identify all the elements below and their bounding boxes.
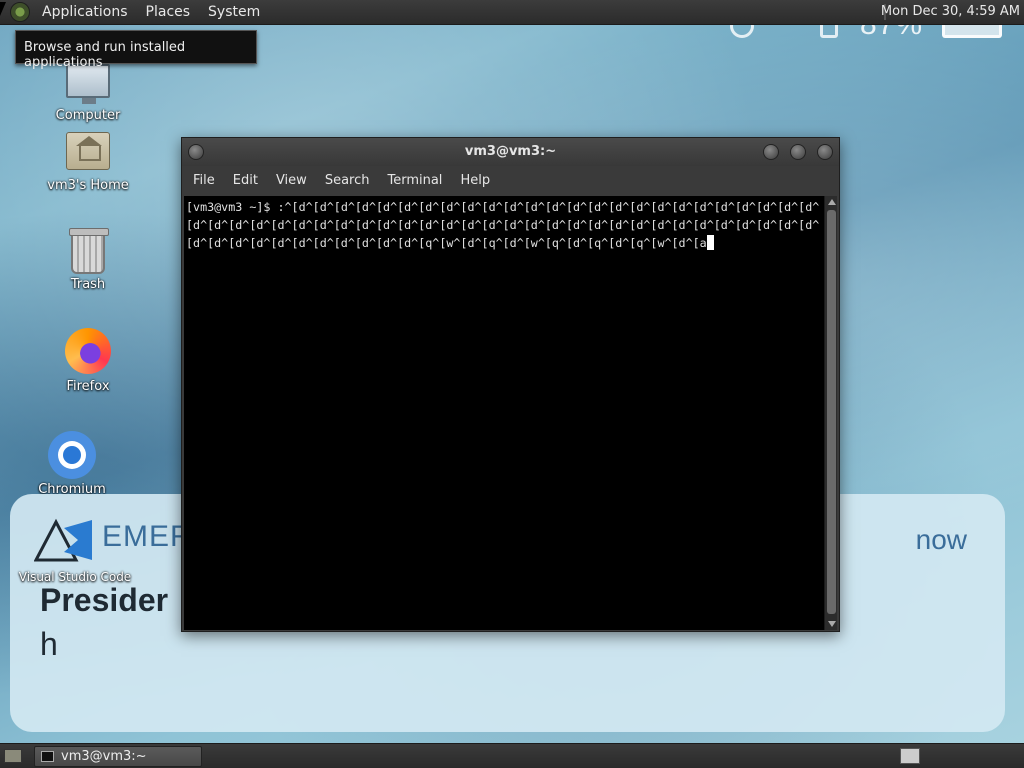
terminal-icon <box>41 751 54 762</box>
notification-time: now <box>915 524 967 555</box>
window-menu-icon[interactable] <box>188 144 204 160</box>
taskbar-item-label: vm3@vm3:~ <box>61 749 147 764</box>
notification-body: h <box>40 626 58 662</box>
scrollbar-thumb[interactable] <box>827 210 836 614</box>
close-icon[interactable] <box>817 144 833 160</box>
menu-terminal[interactable]: Terminal <box>378 173 451 188</box>
terminal-menubar: File Edit View Search Terminal Help <box>182 166 839 194</box>
terminal-output[interactable]: [vm3@vm3 ~]$ :^[d^[d^[d^[d^[d^[d^[d^[d^[… <box>184 196 826 630</box>
menu-view[interactable]: View <box>267 173 316 188</box>
desktop-icon-trash[interactable]: Trash <box>38 228 138 292</box>
notification-brand: EMER <box>102 520 193 553</box>
terminal-input-line: :^[d^[d^[d^[d^[d^[d^[d^[d^[d^[d^[d^[d^[d… <box>186 200 820 250</box>
desktop-icon-label: vm3's Home <box>47 178 129 193</box>
desktop-icon-label: Firefox <box>66 379 110 394</box>
chromium-icon <box>48 431 96 479</box>
desktop-icon-firefox[interactable]: Firefox <box>38 328 138 394</box>
menu-places[interactable]: Places <box>140 4 197 20</box>
terminal-scrollbar[interactable] <box>824 196 837 630</box>
notification-title: Presider <box>40 582 169 618</box>
desktop-icon-label[interactable]: Visual Studio Code <box>16 570 134 584</box>
maximize-icon[interactable] <box>790 144 806 160</box>
scroll-down-icon[interactable] <box>828 621 836 627</box>
menu-system[interactable]: System <box>202 4 266 20</box>
taskbar-item-terminal[interactable]: vm3@vm3:~ <box>34 746 202 767</box>
home-folder-icon <box>66 132 110 170</box>
panel-clock[interactable]: Mon Dec 30, 4:59 AM <box>881 4 1020 19</box>
desktop-icon-chromium[interactable]: Chromium <box>22 431 122 497</box>
mouse-pointer-icon <box>0 2 6 16</box>
top-panel: Applications Places System Mon Dec 30, 4… <box>0 0 1024 25</box>
scroll-up-icon[interactable] <box>828 199 836 205</box>
menu-help[interactable]: Help <box>451 173 499 188</box>
menu-file[interactable]: File <box>184 173 224 188</box>
distro-logo-icon[interactable] <box>10 2 30 22</box>
applications-tooltip: Browse and run installed applications <box>15 30 257 70</box>
desktop-icon-computer[interactable]: Computer <box>38 64 138 123</box>
window-title: vm3@vm3:~ <box>464 144 557 159</box>
desktop-icon-label: Trash <box>70 277 106 292</box>
show-desktop-icon[interactable] <box>4 749 22 763</box>
minimize-icon[interactable] <box>763 144 779 160</box>
terminal-prompt: [vm3@vm3 ~]$ <box>186 200 278 214</box>
desktop-icon-home[interactable]: vm3's Home <box>38 132 138 193</box>
workspace-switcher[interactable] <box>900 748 920 764</box>
bottom-panel: vm3@vm3:~ <box>0 743 1024 768</box>
firefox-icon <box>65 328 111 374</box>
trash-icon <box>69 228 109 274</box>
menu-search[interactable]: Search <box>316 173 379 188</box>
menu-applications[interactable]: Applications <box>36 4 134 20</box>
menu-edit[interactable]: Edit <box>224 173 267 188</box>
window-titlebar[interactable]: vm3@vm3:~ <box>182 138 839 166</box>
vscode-icon <box>34 518 92 562</box>
terminal-window[interactable]: vm3@vm3:~ File Edit View Search Terminal… <box>181 137 840 632</box>
text-cursor <box>706 235 714 250</box>
desktop-icon-label: Computer <box>55 108 121 123</box>
